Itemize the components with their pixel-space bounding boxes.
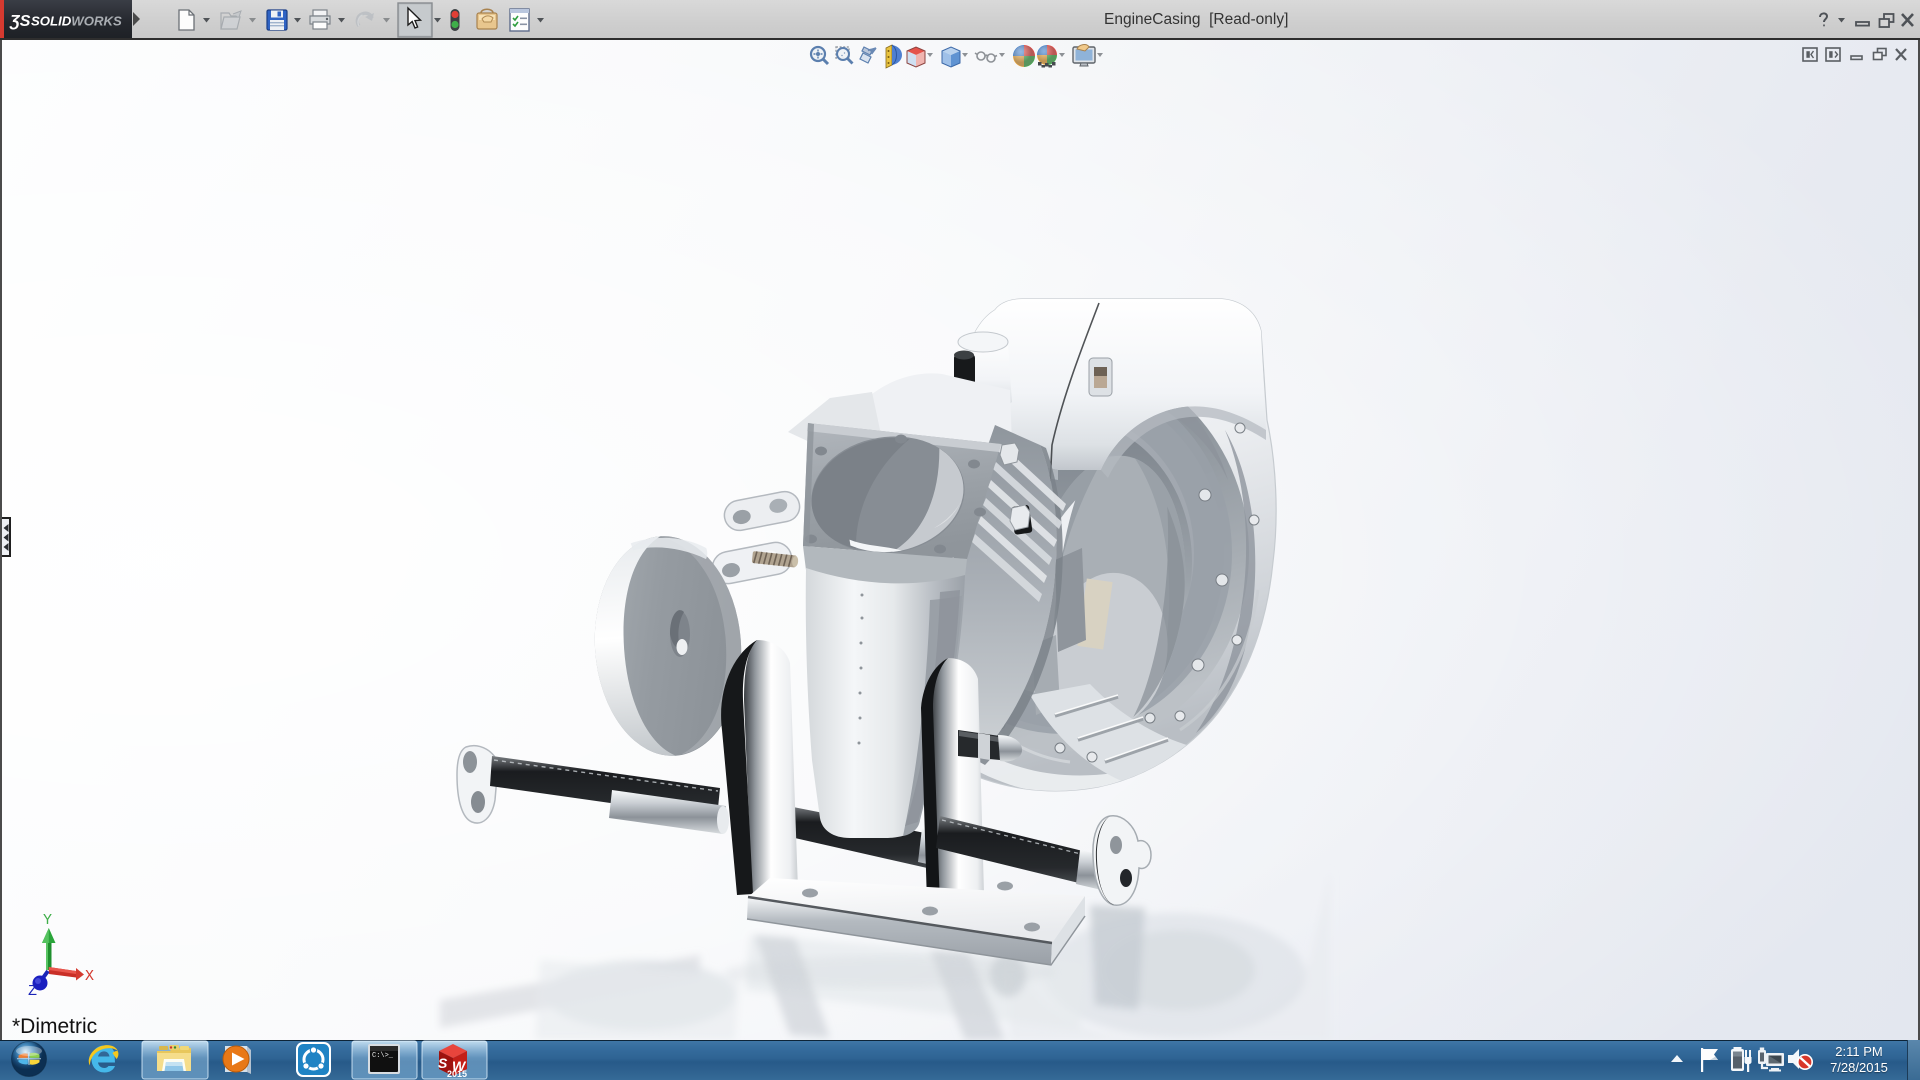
svg-text:*Dimetric: *Dimetric — [12, 1015, 97, 1038]
svg-text:Z: Z — [28, 983, 37, 1000]
svg-text:C:\>_: C:\>_ — [372, 1052, 394, 1060]
svg-text:2015: 2015 — [447, 1069, 467, 1079]
svg-text:X: X — [85, 968, 94, 985]
svg-text:Y: Y — [43, 912, 52, 929]
